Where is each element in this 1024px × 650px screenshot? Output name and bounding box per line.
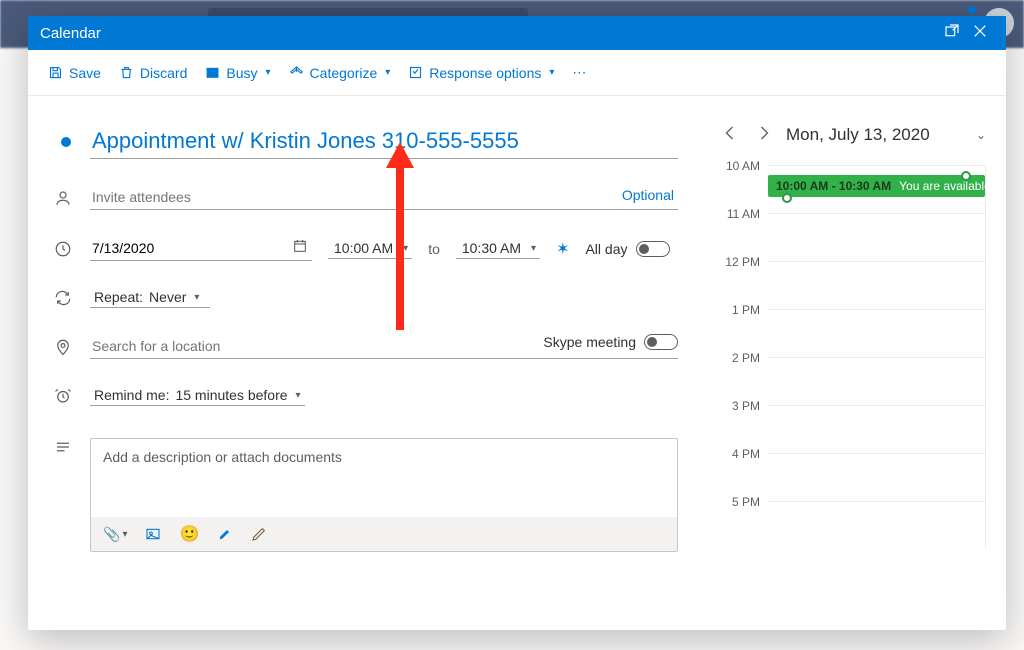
timezone-icon[interactable]: ✶ [556, 239, 569, 259]
time-slot[interactable] [768, 405, 985, 453]
calendar-picker-icon[interactable] [292, 238, 308, 257]
highlight-icon[interactable] [217, 526, 233, 542]
chevron-down-icon: ▾ [549, 67, 554, 78]
hour-label: 3 PM [722, 399, 768, 447]
end-time-input[interactable]: 10:30 AM ▾ [456, 238, 540, 259]
close-icon[interactable] [966, 23, 994, 43]
chevron-down-icon: ▾ [531, 243, 536, 254]
titlebar: Calendar [28, 16, 1006, 50]
description-icon [52, 438, 74, 456]
hour-label: 1 PM [722, 303, 768, 351]
person-icon [52, 189, 74, 207]
overflow-menu[interactable]: ⋯ [572, 64, 587, 81]
description-box: Add a description or attach documents 📎▾… [90, 438, 678, 552]
prev-day[interactable] [722, 124, 740, 145]
allday-label: All day [585, 241, 627, 257]
time-slot[interactable] [768, 213, 985, 261]
picture-icon[interactable] [145, 526, 161, 542]
attendees-input[interactable] [90, 185, 678, 210]
time-slot[interactable] [768, 309, 985, 357]
color-bullet [61, 137, 71, 147]
allday-toggle[interactable] [636, 241, 670, 257]
chevron-down-icon: ▾ [403, 243, 408, 254]
chevron-down-icon: ▾ [194, 292, 199, 303]
chevron-down-icon: ▾ [385, 67, 390, 78]
location-icon [52, 338, 74, 356]
busy-dropdown[interactable]: Busy ▾ [205, 65, 270, 81]
pen-icon[interactable] [251, 526, 267, 542]
time-slot[interactable] [768, 261, 985, 309]
toolbar: Save Discard Busy ▾ Categorize ▾ Respons… [28, 50, 1006, 96]
hour-label: 2 PM [722, 351, 768, 399]
skype-toggle[interactable] [644, 334, 678, 350]
clock-icon [52, 240, 74, 258]
hour-label: 10 AM [722, 159, 768, 207]
skype-label: Skype meeting [543, 334, 636, 350]
hour-label: 5 PM [722, 495, 768, 543]
description-textarea[interactable]: Add a description or attach documents [91, 439, 677, 517]
time-slot[interactable] [768, 357, 985, 405]
to-label: to [428, 241, 440, 257]
repeat-icon [52, 289, 74, 307]
date-input[interactable] [90, 236, 312, 261]
chevron-down-icon: ▾ [296, 390, 301, 401]
optional-link[interactable]: Optional [622, 187, 674, 203]
event-modal: Calendar Save Discard Busy ▾ Categorize … [28, 16, 1006, 630]
event-title-input[interactable] [90, 124, 678, 159]
categorize-dropdown[interactable]: Categorize ▾ [289, 65, 391, 81]
start-time-input[interactable]: 10:00 AM ▾ [328, 238, 412, 259]
next-day[interactable] [754, 124, 772, 145]
emoji-icon[interactable]: 🙂 [179, 524, 199, 544]
event-form: Optional 10:00 AM ▾ to [28, 96, 706, 630]
response-options-dropdown[interactable]: Response options ▾ [408, 65, 554, 81]
reminder-icon [52, 387, 74, 405]
repeat-dropdown[interactable]: Repeat: Never ▾ [90, 287, 210, 308]
window-title: Calendar [40, 25, 101, 42]
attach-icon[interactable]: 📎▾ [103, 526, 127, 543]
hour-label: 4 PM [722, 447, 768, 495]
time-slot[interactable] [768, 165, 985, 213]
hour-label: 11 AM [722, 207, 768, 255]
time-slot[interactable] [768, 453, 985, 501]
popout-icon[interactable] [938, 23, 966, 43]
hour-label: 12 PM [722, 255, 768, 303]
save-button[interactable]: Save [48, 65, 101, 81]
chevron-down-icon: ▾ [266, 67, 271, 78]
reminder-dropdown[interactable]: Remind me: 15 minutes before ▾ [90, 385, 305, 406]
day-view: Mon, July 13, 2020 ⌄ 10:00 AM - 10:30 AM… [706, 96, 1006, 630]
expand-icon[interactable]: ⌄ [976, 128, 986, 142]
time-slot[interactable] [768, 501, 985, 549]
discard-button[interactable]: Discard [119, 65, 187, 81]
day-label: Mon, July 13, 2020 [786, 125, 962, 145]
formatting-bar: 📎▾ 🙂 [91, 517, 677, 551]
